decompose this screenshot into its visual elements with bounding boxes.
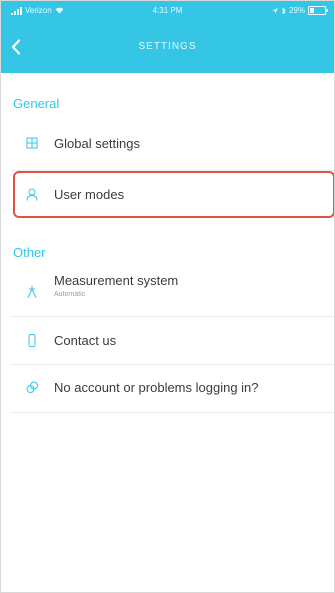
section-title-general: General — [13, 96, 60, 111]
settings-item-sublabel: Automatic — [54, 291, 86, 298]
page-title: SETTINGS — [138, 41, 197, 52]
user-icon — [25, 187, 39, 201]
settings-item-user-modes[interactable]: User modes — [1, 171, 334, 218]
header: Verizon 4:31 PM 29% SETTINGS — [1, 1, 334, 73]
settings-item-global-settings[interactable]: Global settings — [1, 118, 334, 170]
settings-item-label: Contact us — [54, 333, 117, 348]
battery-icon — [308, 6, 328, 15]
section-title-other: Other — [13, 245, 46, 260]
help-icon — [25, 380, 39, 394]
battery-percent: 29% — [288, 6, 305, 15]
settings-item-account-help[interactable]: No account or problems logging in? — [1, 364, 334, 412]
settings-item-label: Global settings — [54, 136, 140, 151]
settings-item-contact-us[interactable]: Contact us — [1, 316, 334, 364]
grid-icon — [25, 136, 39, 150]
ruler-icon — [25, 284, 39, 298]
settings-item-label: Measurement system — [54, 273, 179, 288]
nav-bar: SETTINGS — [1, 21, 334, 73]
status-right: 29% — [271, 6, 328, 15]
phone-icon — [25, 333, 39, 347]
settings-item-label: No account or problems logging in? — [54, 380, 259, 395]
settings-screen: Verizon 4:31 PM 29% SETTINGS General Glo… — [0, 0, 335, 593]
bluetooth-icon — [281, 7, 286, 14]
status-bar: Verizon 4:31 PM 29% — [1, 1, 334, 21]
settings-item-label: User modes — [54, 187, 125, 202]
divider — [11, 412, 334, 413]
settings-item-measurement-system[interactable]: Measurement system Automatic — [1, 264, 334, 316]
location-icon — [271, 7, 278, 14]
